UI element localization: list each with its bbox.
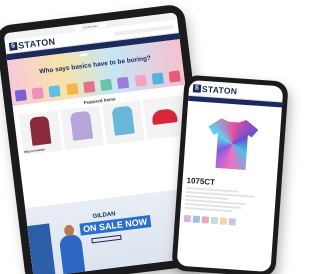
product-card[interactable] [101, 100, 145, 145]
product-model-image [70, 110, 93, 141]
phone-logo-text: STATON [201, 83, 238, 96]
banner-side-panel: 8400 [23, 223, 56, 274]
product-card[interactable] [60, 105, 104, 150]
staton-logo-icon: S [8, 41, 18, 51]
banner-shop-button[interactable] [91, 234, 122, 244]
hero-shirt-image [65, 82, 79, 96]
hero-shirt-image [134, 74, 147, 87]
phone-device: S STATON 1075CT [171, 74, 289, 274]
hero-shirt-image [48, 85, 62, 98]
banner-model-image [58, 224, 86, 274]
hero-shirt-image [100, 78, 113, 92]
color-swatch[interactable] [183, 214, 192, 223]
product-cap-image [151, 108, 178, 125]
color-swatch[interactable] [210, 216, 219, 225]
tie-dye-shirt-image [206, 117, 259, 170]
hero-shirt-image [117, 76, 130, 89]
product-brand-label: BELLA+CANVAS [24, 148, 46, 154]
hero-shirt-image [83, 80, 96, 94]
phone-logo[interactable]: S STATON [192, 83, 238, 96]
product-model-image [28, 115, 52, 146]
banner-side-number: 8400 [23, 251, 35, 271]
product-image[interactable] [191, 110, 273, 177]
banner-sale-text: ON SALE NOW [79, 215, 151, 236]
color-swatch[interactable] [219, 217, 228, 225]
product-model-image [111, 105, 135, 136]
phone-screen: S STATON 1075CT [176, 79, 284, 273]
hero-shirt-image [168, 70, 181, 83]
staton-logo-icon: S [192, 83, 202, 93]
hero-badge [79, 53, 88, 57]
color-swatch[interactable] [192, 215, 201, 223]
product-card[interactable]: BELLA+CANVAS [18, 110, 63, 155]
hero-shirt-image [14, 89, 27, 102]
color-swatch[interactable] [201, 216, 210, 224]
hero-shirt-image [151, 72, 164, 85]
hero-shirt-image [31, 87, 45, 100]
color-swatch[interactable] [228, 218, 237, 226]
